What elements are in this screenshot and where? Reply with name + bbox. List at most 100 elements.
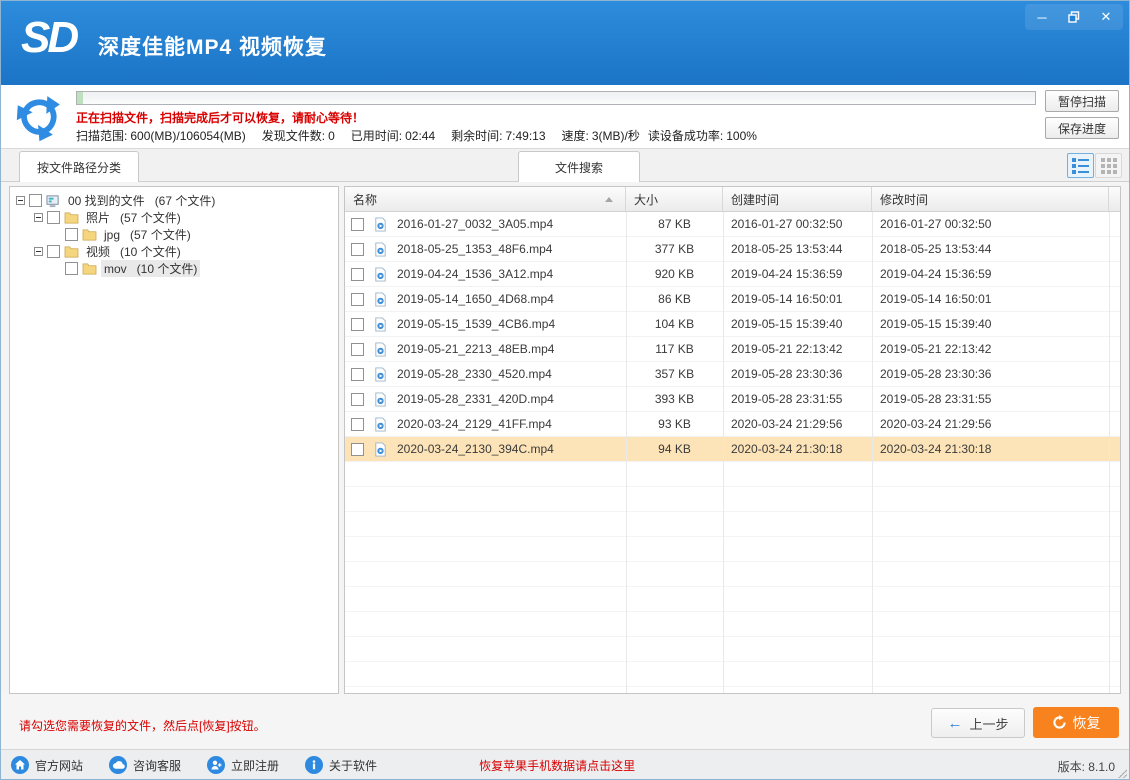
file-name: 2018-05-25_1353_48F6.mp4 (397, 242, 553, 256)
register-link[interactable]: 立即注册 (207, 756, 279, 774)
customer-service-link[interactable]: 咨询客服 (109, 756, 181, 774)
version-text: 版本: 8.1.0 (1057, 760, 1115, 774)
about-software-link[interactable]: 关于软件 (305, 756, 377, 774)
tree-expander[interactable] (34, 247, 43, 256)
tree-expander[interactable] (16, 196, 25, 205)
row-checkbox[interactable] (351, 292, 364, 306)
tab-file-search[interactable]: 文件搜索 (518, 151, 640, 182)
video-file-icon (373, 416, 388, 432)
tree-expander[interactable] (34, 213, 43, 222)
back-button[interactable]: ← 上一步 (931, 708, 1025, 738)
column-header-size[interactable]: 大小 (626, 187, 723, 211)
table-row[interactable]: 2019-04-24_1536_3A12.mp4 920 KB 2019-04-… (345, 262, 1120, 287)
file-size: 87 KB (658, 217, 691, 231)
column-header-filler (1109, 187, 1120, 211)
tree-checkbox[interactable] (47, 245, 60, 258)
column-header-name[interactable]: 名称 (345, 187, 626, 211)
refresh-icon (1052, 715, 1066, 729)
iphone-recovery-promo-link[interactable]: 恢复苹果手机数据请点击这里 (479, 757, 635, 774)
tree-item-mov[interactable]: mov (10 个文件) (10, 260, 338, 277)
stat-scan-range: 扫描范围: 600(MB)/106054(MB) (76, 129, 246, 143)
row-checkbox[interactable] (351, 317, 364, 331)
empty-row (345, 462, 1120, 487)
tree-label: jpg (57 个文件) (104, 227, 191, 243)
file-created-time: 2019-05-21 22:13:42 (731, 342, 843, 356)
file-created-time: 2020-03-24 21:29:56 (731, 417, 843, 431)
table-row[interactable]: 2019-05-14_1650_4D68.mp4 86 KB 2019-05-1… (345, 287, 1120, 312)
table-row[interactable]: 2020-03-24_2129_41FF.mp4 93 KB 2020-03-2… (345, 412, 1120, 437)
file-name: 2019-05-21_2213_48EB.mp4 (397, 342, 555, 356)
empty-row (345, 512, 1120, 537)
recycle-icon (14, 92, 64, 145)
row-checkbox[interactable] (351, 367, 364, 381)
scan-progress-fill (77, 92, 83, 104)
file-created-time: 2019-05-28 23:31:55 (731, 392, 843, 406)
row-checkbox[interactable] (351, 242, 364, 256)
column-header-created[interactable]: 创建时间 (723, 187, 872, 211)
stat-read-success: 读设备成功率: 100% (647, 129, 757, 143)
save-progress-button[interactable]: 保存进度 (1045, 117, 1119, 139)
home-icon (11, 756, 29, 774)
stat-remaining-time: 剩余时间: 7:49:13 (451, 129, 546, 143)
file-modified-time: 2020-03-24 21:30:18 (880, 442, 992, 456)
row-checkbox[interactable] (351, 417, 364, 431)
row-checkbox[interactable] (351, 392, 364, 406)
official-website-link[interactable]: 官方网站 (11, 756, 83, 774)
tree-checkbox[interactable] (47, 211, 60, 224)
scan-section: 正在扫描文件，扫描完成后才可以恢复，请耐心等待！ 扫描范围: 600(MB)/10… (1, 85, 1129, 149)
scan-progress-bar (76, 91, 1036, 105)
tree-item-jpg[interactable]: jpg (57 个文件) (10, 226, 338, 243)
row-checkbox[interactable] (351, 267, 364, 281)
video-file-icon (373, 241, 388, 257)
close-button[interactable]: ✕ (1091, 6, 1121, 28)
file-size: 104 KB (654, 317, 695, 331)
scan-stats: 扫描范围: 600(MB)/106054(MB) 发现文件数: 0 已用时间: 02:… (76, 127, 757, 144)
table-row[interactable]: 2019-05-28_2330_4520.mp4 357 KB 2019-05-… (345, 362, 1120, 387)
minimize-button[interactable]: ─ (1027, 6, 1057, 28)
tree-checkbox[interactable] (29, 194, 42, 207)
tree-checkbox[interactable] (65, 262, 78, 275)
restore-button[interactable] (1059, 6, 1089, 28)
table-row[interactable]: 2016-01-27_0032_3A05.mp4 87 KB 2016-01-2… (345, 212, 1120, 237)
file-created-time: 2019-05-28 23:30:36 (731, 367, 843, 381)
file-modified-time: 2019-05-15 15:39:40 (880, 317, 992, 331)
column-header-modified[interactable]: 修改时间 (872, 187, 1109, 211)
file-created-time: 2019-05-14 16:50:01 (731, 292, 843, 306)
resize-grip[interactable] (1118, 769, 1127, 778)
recover-button[interactable]: 恢复 (1033, 707, 1119, 738)
file-modified-time: 2019-05-14 16:50:01 (880, 292, 992, 306)
tree-item-videos[interactable]: 视频 (10 个文件) (10, 243, 338, 260)
tree-item-root[interactable]: 00 找到的文件 (67 个文件) (10, 192, 338, 209)
tree-checkbox[interactable] (65, 228, 78, 241)
empty-row (345, 587, 1120, 612)
table-row[interactable]: 2019-05-15_1539_4CB6.mp4 104 KB 2019-05-… (345, 312, 1120, 337)
tree-item-photos[interactable]: 照片 (57 个文件) (10, 209, 338, 226)
row-checkbox[interactable] (351, 217, 364, 231)
video-file-icon (373, 391, 388, 407)
table-row[interactable]: 2020-03-24_2130_394C.mp4 94 KB 2020-03-2… (345, 437, 1120, 462)
empty-row (345, 537, 1120, 562)
info-icon (305, 756, 324, 774)
file-modified-time: 2019-05-21 22:13:42 (880, 342, 992, 356)
table-row[interactable]: 2018-05-25_1353_48F6.mp4 377 KB 2018-05-… (345, 237, 1120, 262)
table-row[interactable]: 2019-05-28_2331_420D.mp4 393 KB 2019-05-… (345, 387, 1120, 412)
action-bar: 请勾选您需要恢复的文件，然后点[恢复]按钮。 ← 上一步 恢复 (1, 694, 1129, 749)
row-checkbox[interactable] (351, 442, 364, 456)
file-created-time: 2016-01-27 00:32:50 (731, 217, 843, 231)
list-view-button[interactable] (1067, 153, 1094, 178)
row-checkbox[interactable] (351, 342, 364, 356)
app-logo: SD (21, 13, 79, 62)
table-row[interactable]: 2019-05-21_2213_48EB.mp4 117 KB 2019-05-… (345, 337, 1120, 362)
title-bar: SD 深度佳能MP4 视频恢复 ─ ✕ (1, 1, 1129, 85)
file-modified-time: 2018-05-25 13:53:44 (880, 242, 992, 256)
chat-cloud-icon (109, 756, 128, 774)
video-file-icon (373, 216, 388, 232)
file-modified-time: 2019-04-24 15:36:59 (880, 267, 992, 281)
tab-by-file-path[interactable]: 按文件路径分类 (19, 151, 139, 182)
footer-bar: 官方网站 咨询客服 立即注册 关于软件 恢复苹果手机数据请点击这里 版本: 8.… (1, 749, 1129, 779)
scan-status-text: 正在扫描文件，扫描完成后才可以恢复，请耐心等待！ (76, 111, 365, 125)
pause-scan-button[interactable]: 暂停扫描 (1045, 90, 1119, 112)
video-file-icon (373, 366, 388, 382)
file-name: 2019-05-28_2330_4520.mp4 (397, 367, 552, 381)
grid-view-button[interactable] (1095, 153, 1122, 178)
